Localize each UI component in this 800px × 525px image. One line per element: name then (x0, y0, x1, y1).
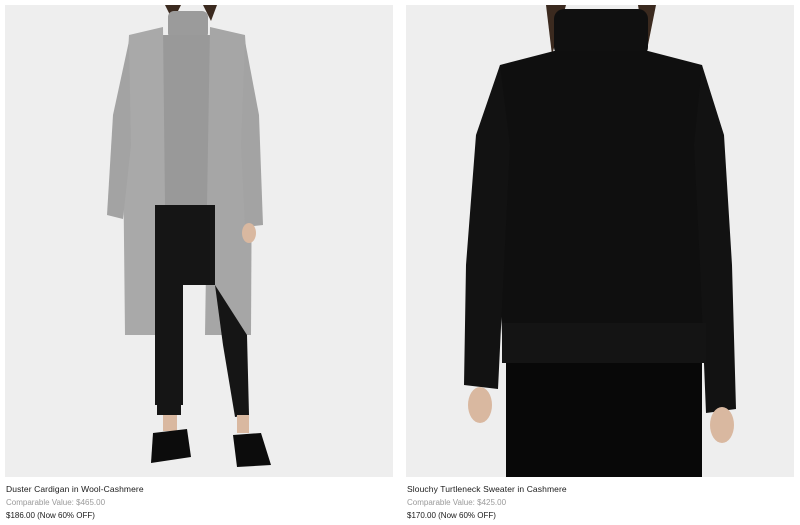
product-card[interactable]: Slouchy Turtleneck Sweater in Cashmere C… (406, 0, 794, 525)
product-name[interactable]: Duster Cardigan in Wool-Cashmere (6, 484, 144, 494)
sale-price: $170.00 (Now 60% OFF) (407, 511, 496, 520)
product-image-turtleneck[interactable] (406, 5, 794, 477)
product-image-cardigan[interactable] (5, 5, 393, 477)
comparable-value: Comparable Value: $465.00 (6, 498, 106, 507)
product-card[interactable]: Duster Cardigan in Wool-Cashmere Compara… (5, 0, 393, 525)
comparable-value: Comparable Value: $425.00 (407, 498, 507, 507)
product-name[interactable]: Slouchy Turtleneck Sweater in Cashmere (407, 484, 567, 494)
cardigan-model-illustration (5, 5, 393, 477)
turtleneck-model-illustration (406, 5, 794, 477)
product-grid: Duster Cardigan in Wool-Cashmere Compara… (0, 0, 800, 525)
sale-price: $186.00 (Now 60% OFF) (6, 511, 95, 520)
